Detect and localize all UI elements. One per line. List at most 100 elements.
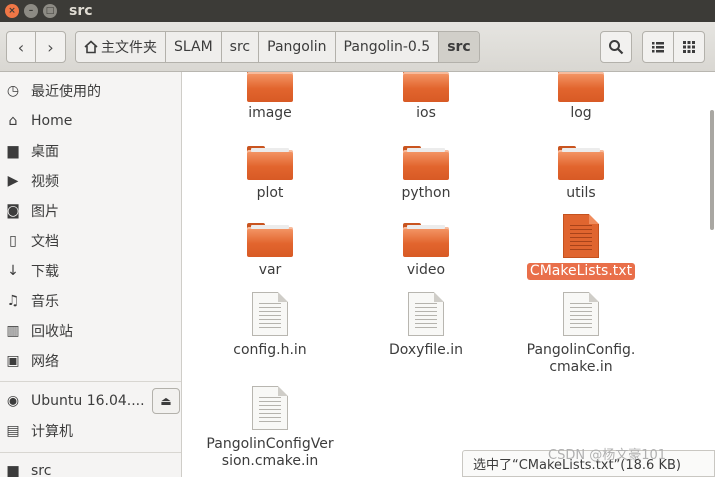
home-icon <box>84 40 98 54</box>
document-icon <box>563 292 599 336</box>
file-item-pangolinconfig-cmake-in[interactable]: PangolinConfig. cmake.in <box>516 292 646 376</box>
sidebar-item-computer[interactable]: ▤ 计算机 <box>0 417 181 445</box>
file-name-line2: cmake.in <box>549 359 613 375</box>
file-name: utils <box>566 185 596 201</box>
sidebar-item-trash[interactable]: ▥ 回收站 <box>0 317 181 345</box>
breadcrumb-home[interactable]: 主文件夹 <box>76 32 166 62</box>
file-item-doxyfile-in[interactable]: Doxyfile.in <box>361 292 491 359</box>
file-item-cmakelists[interactable]: CMakeLists.txt <box>516 214 646 280</box>
title-bar: × – □ src <box>0 0 715 22</box>
breadcrumb-pangolin-05[interactable]: Pangolin-0.5 <box>335 32 440 62</box>
file-item-utils[interactable]: utils <box>516 146 646 202</box>
chevron-left-icon: ‹ <box>17 37 25 57</box>
breadcrumb-current-src[interactable]: src <box>439 32 479 62</box>
forward-button[interactable]: › <box>36 32 65 62</box>
breadcrumb-slam[interactable]: SLAM <box>166 32 222 62</box>
breadcrumb-label: Pangolin-0.5 <box>343 39 431 55</box>
disk-icon: ◉ <box>6 393 20 409</box>
file-name: image <box>248 105 292 121</box>
search-icon <box>609 40 624 55</box>
folder-icon <box>403 146 449 180</box>
file-item-video[interactable]: video <box>361 223 491 279</box>
music-icon: ♫ <box>6 293 20 309</box>
sidebar-item-music[interactable]: ♫ 音乐 <box>0 287 181 315</box>
camera-icon: ◙ <box>6 203 20 219</box>
close-icon: × <box>8 5 16 16</box>
sidebar-item-pictures[interactable]: ◙ 图片 <box>0 197 181 225</box>
file-name: ios <box>416 105 436 121</box>
sidebar-item-label: 图片 <box>31 204 59 220</box>
sidebar-item-home[interactable]: ⌂ Home <box>0 107 181 135</box>
sidebar-item-src[interactable]: ▆ src <box>0 457 181 477</box>
eject-button[interactable]: ⏏ <box>152 388 180 414</box>
toolbar: ‹ › 主文件夹 SLAM src Pangolin Pangolin-0.5 … <box>0 22 715 72</box>
window-title: src <box>69 3 93 19</box>
grid-view-button[interactable] <box>673 31 705 63</box>
file-view: image ios log plot python utils var vide… <box>183 72 715 477</box>
breadcrumb-label: src <box>229 39 251 55</box>
close-window-button[interactable]: × <box>5 4 19 18</box>
sidebar-item-network[interactable]: ▣ 网络 <box>0 347 181 375</box>
sidebar-item-label: Ubuntu 16.04.... <box>31 393 145 409</box>
folder-icon: ▆ <box>7 143 19 159</box>
navigation-buttons: ‹ › <box>6 31 66 63</box>
download-icon: ↓ <box>7 263 19 279</box>
file-name: Doxyfile.in <box>388 342 464 358</box>
sidebar-item-downloads[interactable]: ↓ 下载 <box>0 257 181 285</box>
minimize-window-button[interactable]: – <box>24 4 38 18</box>
sidebar-item-label: 最近使用的 <box>31 84 101 100</box>
file-item-pangolinconfigversion-cmake-in[interactable]: PangolinConfigVer sion.cmake.in <box>191 386 349 470</box>
document-icon <box>252 292 288 336</box>
sidebar-item-ubuntu-disk[interactable]: ◉ Ubuntu 16.04.... <box>0 387 150 415</box>
watermark: CSDN @杨文豪101 <box>548 448 667 463</box>
sidebar-separator <box>0 452 181 453</box>
file-name: PangolinConfigVer <box>206 436 334 452</box>
list-icon <box>652 42 664 53</box>
file-item-image[interactable]: image <box>205 72 335 122</box>
folder-icon: ▆ <box>7 463 19 477</box>
folder-icon <box>558 146 604 180</box>
folder-icon <box>558 72 604 102</box>
list-view-button[interactable] <box>642 31 674 63</box>
document-icon <box>408 292 444 336</box>
grid-icon <box>683 41 695 53</box>
sidebar-item-label: 音乐 <box>31 294 59 310</box>
file-item-python[interactable]: python <box>361 146 491 202</box>
sidebar-item-documents[interactable]: ▯ 文档 <box>0 227 181 255</box>
file-name: python <box>401 185 451 201</box>
maximize-window-button[interactable]: □ <box>43 4 57 18</box>
breadcrumb-label: src <box>447 39 471 55</box>
chevron-right-icon: › <box>47 37 54 57</box>
breadcrumb-label: Pangolin <box>267 39 327 55</box>
sidebar-item-desktop[interactable]: ▆ 桌面 <box>0 137 181 165</box>
breadcrumb-label: 主文件夹 <box>101 40 157 56</box>
document-icon: ▯ <box>9 233 17 249</box>
file-item-var[interactable]: var <box>205 223 335 279</box>
breadcrumb-src[interactable]: src <box>221 32 260 62</box>
file-item-plot[interactable]: plot <box>205 146 335 202</box>
file-item-log[interactable]: log <box>516 72 646 122</box>
folder-icon <box>403 223 449 257</box>
file-name: config.h.in <box>233 342 307 358</box>
sidebar-item-label: 回收站 <box>31 324 73 340</box>
file-name: video <box>406 262 446 278</box>
back-button[interactable]: ‹ <box>7 32 37 62</box>
trash-icon: ▥ <box>6 323 20 339</box>
file-item-ios[interactable]: ios <box>361 72 491 122</box>
document-icon <box>252 386 288 430</box>
search-button[interactable] <box>600 31 632 63</box>
minimize-icon: – <box>28 5 34 16</box>
breadcrumb-pangolin[interactable]: Pangolin <box>259 32 336 62</box>
sidebar-item-videos[interactable]: ▶ 视频 <box>0 167 181 195</box>
eject-icon: ⏏ <box>160 394 172 408</box>
folder-icon <box>247 146 293 180</box>
file-item-config-h-in[interactable]: config.h.in <box>205 292 335 359</box>
file-name: PangolinConfig. <box>526 342 636 358</box>
scrollbar[interactable] <box>710 110 714 230</box>
sidebar-item-label: 网络 <box>31 354 59 370</box>
sidebar-item-recent[interactable]: ◷ 最近使用的 <box>0 77 181 105</box>
text-file-icon <box>563 214 599 258</box>
sidebar: ◷ 最近使用的 ⌂ Home ▆ 桌面 ▶ 视频 ◙ 图片 ▯ 文档 ↓ 下载 ♫ 音乐 ▥ 回收… <box>0 72 182 477</box>
home-icon: ⌂ <box>8 113 18 129</box>
file-name: CMakeLists.txt <box>526 263 636 280</box>
